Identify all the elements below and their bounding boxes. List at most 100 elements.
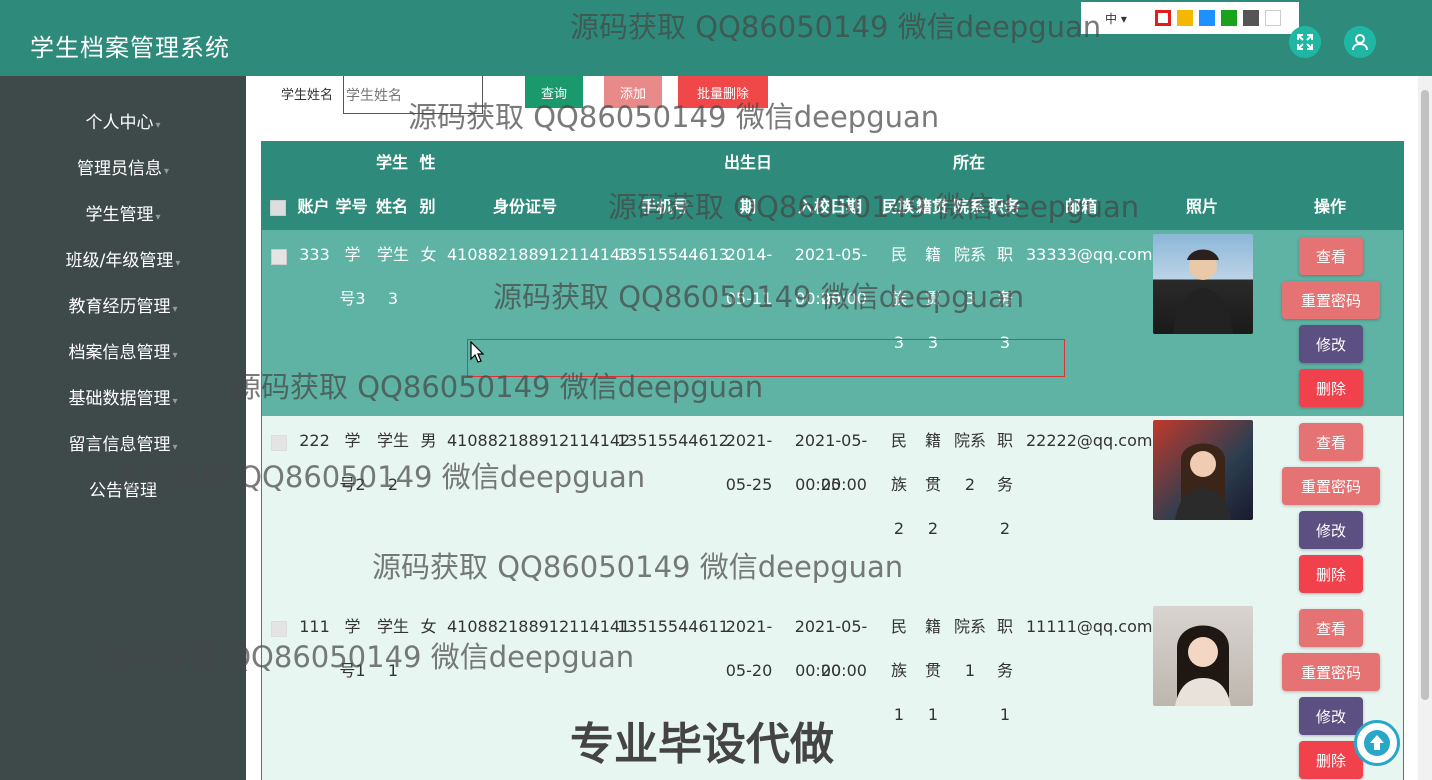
cell-origin: 贯 (924, 475, 941, 494)
sidebar-item-admin-info[interactable]: 管理员信息 ▾ (0, 154, 246, 179)
cell-dept: 院系 (953, 431, 986, 450)
th-ethnic: 民族 (881, 197, 914, 216)
reset-password-button[interactable]: 重置密码 (1282, 653, 1380, 691)
sidebar-item-notice[interactable]: 公告管理 (0, 476, 246, 501)
edit-button[interactable]: 修改 (1299, 511, 1363, 549)
sidebar-item-class-grade[interactable]: 班级/年级管理 ▾ (0, 246, 246, 271)
cell-student-no: 学 (344, 617, 361, 636)
cell-birthday: 05-20 (725, 661, 773, 680)
theme-swatch-red[interactable] (1154, 10, 1171, 26)
sidebar-item-education[interactable]: 教育经历管理 ▾ (0, 292, 246, 317)
cell-name: 学生 (376, 617, 409, 636)
language-select[interactable]: 中 ▾ (1105, 10, 1127, 27)
cell-birthday: 2021- (725, 617, 773, 636)
arrow-up-icon (1364, 730, 1390, 756)
th-email: 邮箱 (1064, 197, 1097, 216)
caret-down-icon: ▾ (175, 258, 181, 269)
scrollbar-thumb[interactable] (1421, 90, 1429, 700)
th-gender-2: 别 (419, 197, 436, 216)
cell-ethnic: 2 (893, 519, 905, 538)
reset-password-button[interactable]: 重置密码 (1282, 467, 1380, 505)
sidebar-item-personal-center[interactable]: 个人中心 ▾ (0, 108, 246, 133)
caret-down-icon: ▾ (172, 442, 178, 453)
caret-down-icon: ▾ (155, 120, 161, 131)
th-dept-2: 院系 (952, 197, 985, 216)
selection-box (467, 339, 1065, 377)
expand-icon (1297, 34, 1313, 50)
row-checkbox[interactable] (271, 435, 287, 451)
table-header: 账户 学号 学生 姓名 性 别 身份证号 手机号 出生日 期 入校日期 民族 籍… (261, 141, 1404, 230)
batch-delete-button[interactable]: 批量删除 (678, 76, 768, 108)
cell-enroll: 00:00:00 (795, 475, 867, 494)
delete-button[interactable]: 删除 (1299, 369, 1363, 407)
cell-phone: 13515544611 (617, 617, 729, 636)
search-label: 学生姓名 (281, 88, 334, 103)
fullscreen-button[interactable] (1289, 26, 1321, 58)
theme-swatch-green[interactable] (1220, 10, 1237, 26)
cell-birthday: 2014- (725, 245, 773, 264)
cell-phone: 13515544612 (617, 431, 729, 450)
th-birthday-1: 出生日 (723, 153, 772, 172)
cell-ethnic: 族 (890, 661, 907, 680)
app-title: 学生档案管理系统 (30, 34, 230, 62)
cell-account: 111 (299, 617, 330, 636)
cell-account: 333 (299, 245, 330, 264)
th-ops: 操作 (1313, 197, 1346, 216)
view-button[interactable]: 查看 (1299, 609, 1363, 647)
th-name-2: 姓名 (375, 197, 408, 216)
theme-swatch-gray[interactable] (1242, 10, 1259, 26)
cell-origin: 贯 (924, 289, 941, 308)
th-name-1: 学生 (375, 153, 408, 172)
cell-email: 11111@qq.com (1026, 617, 1153, 636)
page-scrollbar[interactable] (1418, 76, 1432, 780)
person-photo-icon (1175, 443, 1231, 520)
th-photo: 照片 (1185, 197, 1218, 216)
cell-position: 务 (996, 289, 1013, 308)
cell-dept: 院系 (953, 617, 986, 636)
query-button[interactable]: 查询 (525, 76, 583, 108)
watermark-big-text: 专业毕设代做 (570, 719, 834, 770)
sidebar-item-label: 档案信息管理 (68, 343, 171, 363)
caret-down-icon: ▾ (172, 350, 178, 361)
caret-down-icon: ▾ (155, 212, 161, 223)
th-enroll-date: 入校日期 (797, 197, 862, 216)
table-row[interactable]: 333 学 号3 学生 3 女 410882188912114143 13515… (261, 230, 1404, 416)
th-gender-1: 性 (419, 153, 436, 172)
sidebar-item-label: 管理员信息 (76, 159, 162, 179)
sidebar-item-messages[interactable]: 留言信息管理 ▾ (0, 430, 246, 455)
sidebar-item-archive[interactable]: 档案信息管理 ▾ (0, 338, 246, 363)
sidebar-item-basic-data[interactable]: 基础数据管理 ▾ (0, 384, 246, 409)
cell-id-card: 410882188912114141 (447, 617, 631, 636)
add-button[interactable]: 添加 (604, 76, 662, 108)
row-checkbox[interactable] (271, 621, 287, 637)
view-button[interactable]: 查看 (1299, 237, 1363, 275)
view-button[interactable]: 查看 (1299, 423, 1363, 461)
theme-swatch-yellow[interactable] (1176, 10, 1193, 26)
user-menu-button[interactable] (1344, 26, 1376, 58)
cell-origin: 贯 (924, 661, 941, 680)
back-to-top-button[interactable] (1354, 720, 1400, 766)
student-name-input[interactable] (343, 76, 483, 114)
edit-button[interactable]: 修改 (1299, 325, 1363, 363)
cell-origin: 1 (927, 705, 939, 724)
th-dept-1: 所在 (952, 153, 985, 172)
select-all-checkbox[interactable] (270, 200, 286, 216)
cell-student-no: 号2 (339, 475, 366, 494)
delete-button[interactable]: 删除 (1299, 555, 1363, 593)
cell-dept: 3 (964, 289, 976, 308)
edit-button[interactable]: 修改 (1299, 697, 1363, 735)
theme-swatch-blue[interactable] (1198, 10, 1215, 26)
table-row[interactable]: 222 学 号2 学生 2 男 410882188912114142 13515… (261, 416, 1404, 602)
student-photo (1153, 234, 1253, 334)
reset-password-button[interactable]: 重置密码 (1282, 281, 1380, 319)
cell-position: 职 (996, 617, 1013, 636)
mouse-cursor-icon (470, 341, 484, 363)
row-checkbox[interactable] (271, 249, 287, 265)
cell-position: 务 (996, 475, 1013, 494)
sidebar-item-student-mgmt[interactable]: 学生管理 ▾ (0, 200, 246, 225)
sidebar-item-label: 基础数据管理 (68, 389, 171, 409)
theme-swatch-white[interactable] (1264, 10, 1281, 26)
cell-gender: 男 (420, 431, 437, 450)
th-birthday-2: 期 (739, 197, 756, 216)
cell-name: 1 (387, 661, 399, 680)
